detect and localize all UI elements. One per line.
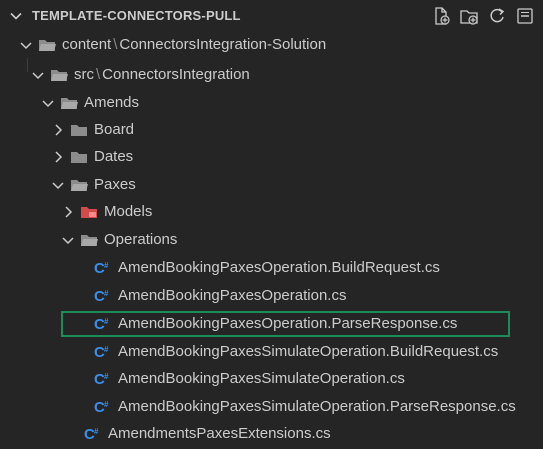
chevron-down-icon[interactable]: [40, 95, 56, 111]
tree-item-label: Paxes: [94, 176, 136, 193]
tree-item-label: AmendBookingPaxesSimulateOperation.Build…: [118, 343, 499, 360]
svg-text:#: #: [104, 317, 109, 326]
svg-text:#: #: [104, 372, 109, 381]
tree-item-board[interactable]: Board: [0, 116, 543, 143]
chevron-right-icon[interactable]: [60, 204, 76, 220]
folder-open-icon: [71, 179, 88, 191]
tree-item-label: AmendBookingPaxesSimulateOperation.cs: [118, 370, 405, 387]
chevron-right-icon[interactable]: [50, 149, 66, 165]
tree-item-paxes[interactable]: Paxes: [0, 171, 543, 198]
chevron-right-icon[interactable]: [50, 122, 66, 138]
refresh-icon[interactable]: [487, 6, 507, 26]
csharp-file-icon: C #: [94, 316, 109, 333]
tree-item-label: Amends: [84, 94, 140, 111]
tree-item-amends[interactable]: Amends: [0, 89, 543, 116]
chevron-down-icon[interactable]: [50, 177, 66, 193]
collapse-all-icon[interactable]: [515, 6, 535, 26]
tree-item-file[interactable]: C # AmendBookingPaxesSimulateOperation.Bu…: [0, 338, 543, 365]
svg-text:#: #: [104, 261, 109, 270]
models-folder-icon: [81, 206, 97, 218]
explorer-title: TEMPLATE-CONNECTORS-PULL: [32, 8, 241, 23]
tree-item-file[interactable]: C # AmendmentsPaxesExtensions.cs: [0, 420, 543, 447]
folder-icon: [71, 151, 87, 163]
explorer-header[interactable]: TEMPLATE-CONNECTORS-PULL: [0, 0, 543, 33]
tree-item-dates[interactable]: Dates: [0, 143, 543, 170]
tree-item-label: AmendmentsPaxesExtensions.cs: [108, 425, 331, 442]
header-actions: [431, 6, 535, 26]
csharp-file-icon: C #: [94, 399, 109, 416]
folder-icon: [71, 124, 87, 136]
tree-item-label: Operations: [104, 231, 178, 248]
tree-item-label: AmendBookingPaxesOperation.ParseResponse…: [118, 315, 458, 332]
chevron-down-icon[interactable]: [18, 37, 34, 53]
chevron-down-icon[interactable]: [9, 9, 23, 23]
csharp-file-icon: C #: [94, 260, 109, 277]
tree-item-label: AmendBookingPaxesSimulateOperation.Parse…: [118, 398, 516, 415]
csharp-file-icon: C #: [94, 288, 109, 305]
tree-item-label: content \ ConnectorsIntegration-Solution: [62, 36, 327, 53]
svg-text:#: #: [94, 427, 99, 436]
svg-text:#: #: [104, 400, 109, 409]
chevron-down-icon[interactable]: [60, 232, 76, 248]
tree-item-operations[interactable]: Operations: [0, 226, 543, 253]
tree-item-label: Board: [94, 121, 135, 138]
tree-item-label: AmendBookingPaxesOperation.BuildRequest.…: [118, 259, 440, 276]
folder-open-icon: [81, 234, 98, 246]
tree-item-label: AmendBookingPaxesOperation.cs: [118, 287, 347, 304]
tree-item-root[interactable]: content \ ConnectorsIntegration-Solution: [0, 31, 543, 58]
svg-text:#: #: [104, 345, 109, 354]
tree-item-label: Models: [104, 203, 153, 220]
csharp-file-icon: C #: [94, 371, 109, 388]
folder-open-icon: [61, 97, 78, 109]
tree-item-label: Dates: [94, 148, 134, 165]
chevron-down-icon[interactable]: [30, 67, 46, 83]
tree-item-file[interactable]: C # AmendBookingPaxesSimulateOperation.Pa…: [0, 393, 543, 420]
folder-open-icon: [51, 69, 68, 81]
new-file-icon[interactable]: [431, 6, 451, 26]
tree-item-src[interactable]: src \ ConnectorsIntegration: [0, 61, 543, 88]
tree-item-file-selected[interactable]: C # AmendBookingPaxesOperation.ParseRespo…: [0, 310, 543, 337]
tree-item-label: src \ ConnectorsIntegration: [74, 66, 250, 83]
tree-item-file[interactable]: C # AmendBookingPaxesOperation.cs: [0, 282, 543, 309]
csharp-file-icon: C #: [84, 426, 99, 443]
svg-text:#: #: [104, 289, 109, 298]
tree-item-file[interactable]: C # AmendBookingPaxesSimulateOperation.cs: [0, 365, 543, 392]
tree-item-file[interactable]: C # AmendBookingPaxesOperation.BuildReque…: [0, 254, 543, 281]
csharp-file-icon: C #: [94, 344, 109, 361]
folder-open-icon: [39, 39, 56, 51]
tree-item-models[interactable]: Models: [0, 198, 543, 225]
new-folder-icon[interactable]: [459, 6, 479, 26]
